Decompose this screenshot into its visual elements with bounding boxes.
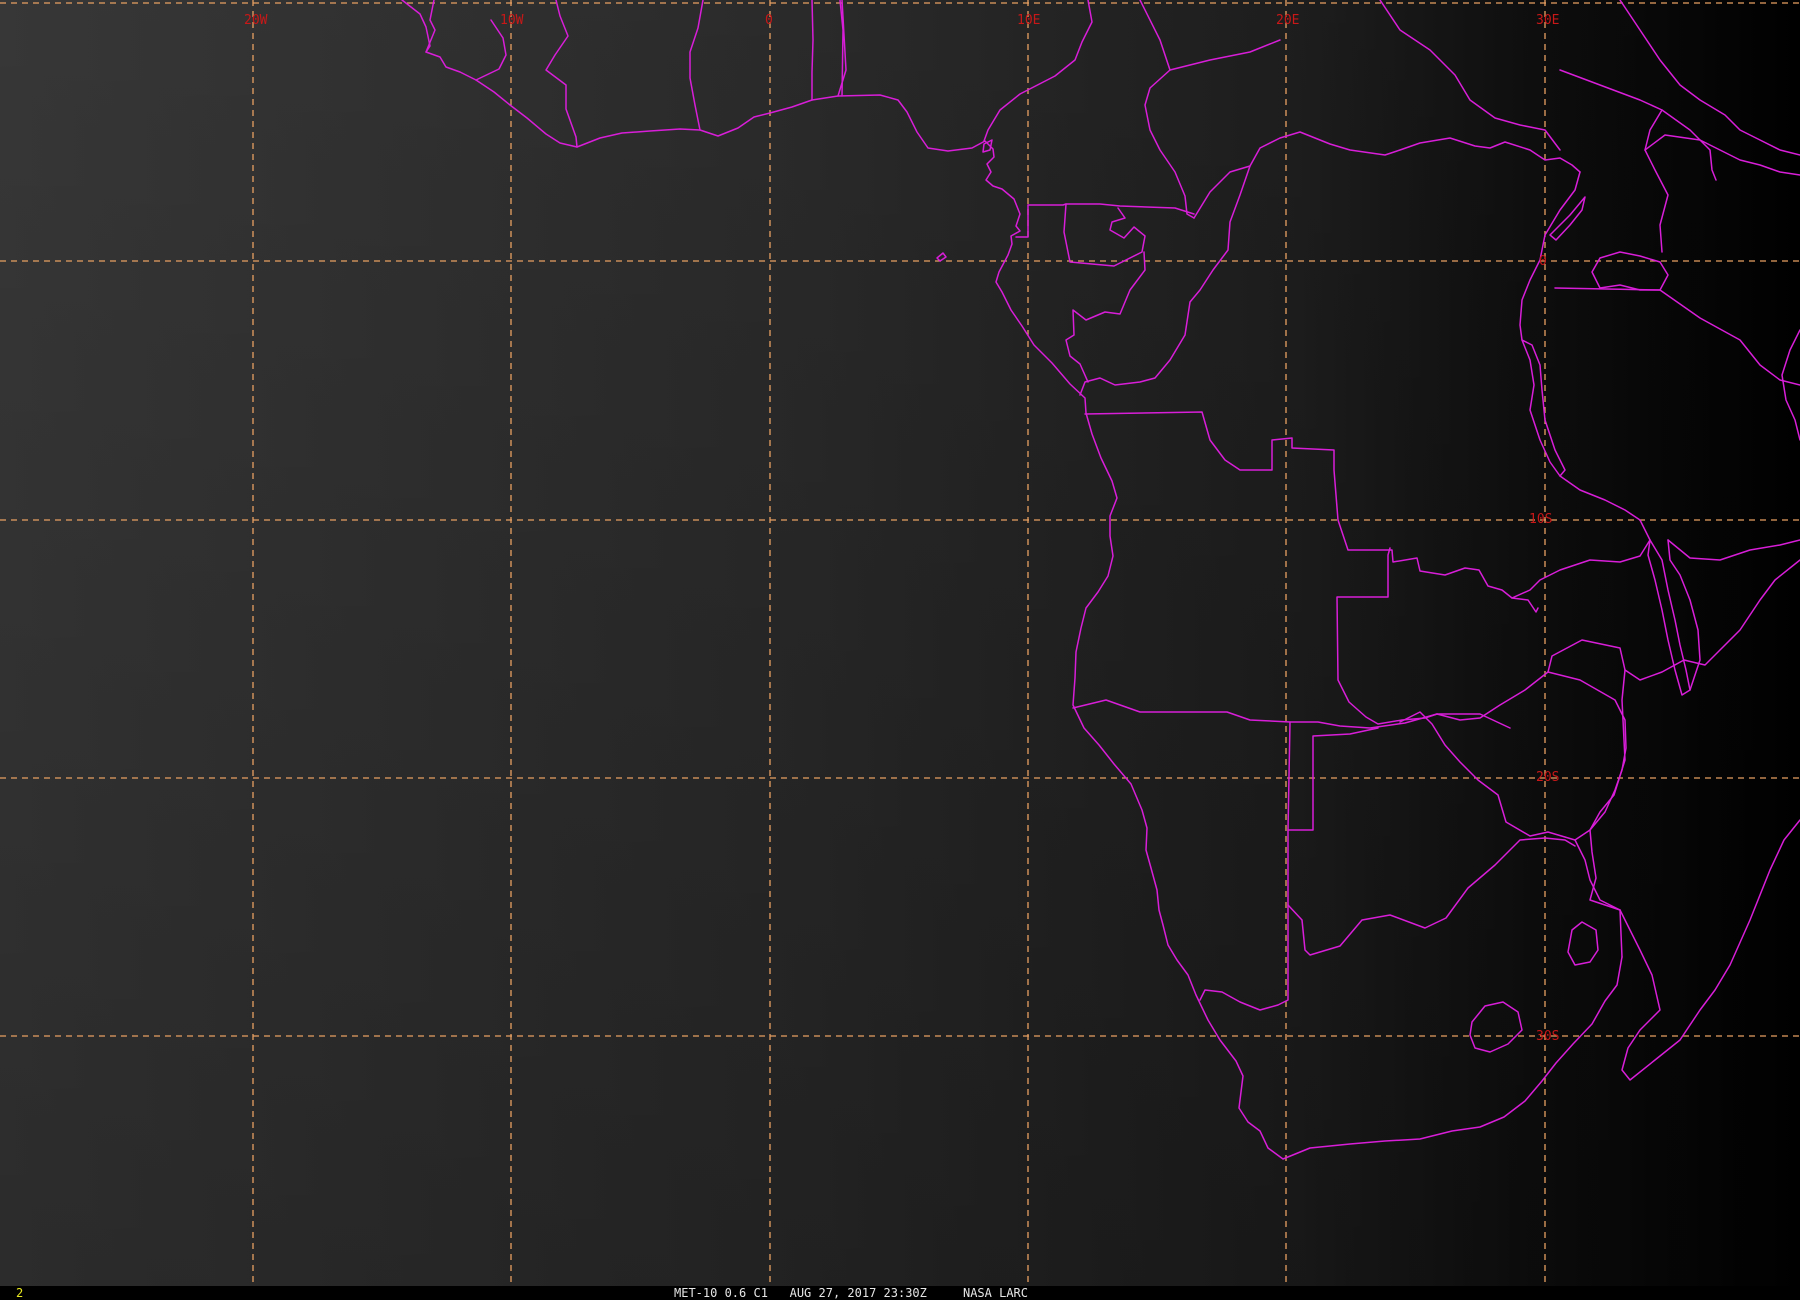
label-lon-30e: 30E <box>1536 13 1559 28</box>
label-lat-30s: 30S <box>1536 1029 1559 1044</box>
label-lon-10w: 10W <box>500 13 524 28</box>
label-lon-0: 0 <box>765 13 773 28</box>
label-lon-20e: 20E <box>1276 13 1299 28</box>
satellite-image: 20W 10W 0 10E 20E 30E 0 10S 20S 30S <box>0 0 1800 1286</box>
vertical-shading <box>0 0 1800 1286</box>
label-lat-20s: 20S <box>1536 770 1559 785</box>
frame-number: 2 <box>16 1286 24 1300</box>
status-bar: 2 MET-10 0.6 C1 AUG 27, 2017 23:30Z NASA… <box>0 1286 1800 1300</box>
label-lon-10e: 10E <box>1017 13 1040 28</box>
satellite-map-frame: 20W 10W 0 10E 20E 30E 0 10S 20S 30S 2 ME… <box>0 0 1800 1300</box>
satellite-caption: MET-10 0.6 C1 AUG 27, 2017 23:30Z NASA L… <box>674 1286 1029 1300</box>
label-lon-20w: 20W <box>244 13 268 28</box>
label-lat-0: 0 <box>1539 254 1547 269</box>
label-lat-10s: 10S <box>1529 512 1552 527</box>
